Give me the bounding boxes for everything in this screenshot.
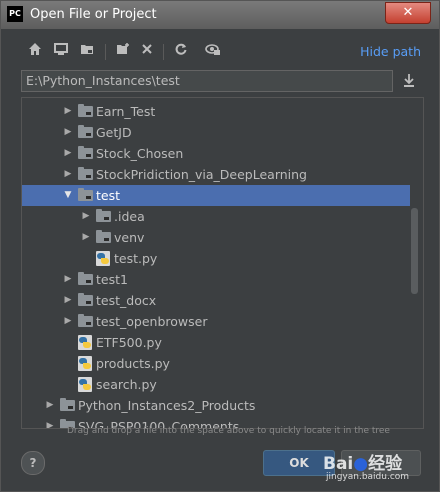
help-button[interactable]: ? bbox=[21, 451, 45, 475]
collapsed-arrow-icon[interactable]: ▶ bbox=[62, 269, 74, 290]
folder-icon bbox=[78, 188, 93, 201]
refresh-icon[interactable] bbox=[171, 41, 191, 63]
folder-icon bbox=[78, 167, 93, 180]
title-bar[interactable]: PC Open File or Project ✕ bbox=[1, 1, 439, 29]
collapsed-arrow-icon[interactable]: ▶ bbox=[62, 122, 74, 143]
folder-icon bbox=[78, 146, 93, 159]
tree-item-label: test1 bbox=[96, 272, 128, 287]
folder-icon bbox=[78, 125, 93, 138]
tree-item-label: test.py bbox=[114, 251, 158, 266]
tree-item-label: search.py bbox=[96, 377, 157, 392]
python-file-icon bbox=[78, 377, 92, 392]
collapsed-arrow-icon[interactable]: ▶ bbox=[80, 227, 92, 248]
download-icon[interactable] bbox=[401, 72, 417, 90]
project-folder-icon[interactable] bbox=[77, 41, 97, 63]
tree-folder-row[interactable]: ▶ test_openbrowser bbox=[22, 311, 410, 332]
tree-item-label: test_docx bbox=[96, 293, 157, 308]
tree-item-label: GetJD bbox=[96, 125, 132, 140]
path-field[interactable]: E:\Python_Instances\test bbox=[21, 70, 393, 92]
drag-drop-hint: Drag and drop a file into the space abov… bbox=[67, 426, 390, 436]
paw-icon: ● bbox=[353, 454, 369, 474]
tree-file-row[interactable]: ETF500.py bbox=[22, 332, 410, 353]
dialog-title: Open File or Project bbox=[30, 7, 157, 22]
collapsed-arrow-icon[interactable]: ▶ bbox=[44, 395, 56, 416]
tree-folder-row[interactable]: ▶ test_docx bbox=[22, 290, 410, 311]
collapsed-arrow-icon[interactable]: ▶ bbox=[62, 101, 74, 122]
tree-item-label: StockPridiction_via_DeepLearning bbox=[96, 167, 307, 182]
folder-icon bbox=[60, 398, 75, 411]
tree-item-label: .idea bbox=[114, 209, 145, 224]
file-tree[interactable]: ▶ Earn_Test ▶ GetJD ▶ Stock_Chosen ▶ StockPridi… bbox=[21, 97, 424, 429]
folder-icon bbox=[78, 104, 93, 117]
collapsed-arrow-icon[interactable]: ▶ bbox=[62, 311, 74, 332]
folder-icon bbox=[96, 230, 111, 243]
show-hidden-icon[interactable] bbox=[203, 41, 223, 63]
toolbar: Hide path bbox=[21, 41, 421, 65]
tree-folder-row[interactable]: ▶ GetJD bbox=[22, 122, 410, 143]
tree-item-label: Python_Instances2_Products bbox=[78, 398, 256, 413]
watermark-url: jingyan.baidu.com bbox=[326, 472, 410, 482]
tree-item-label: test bbox=[96, 188, 121, 203]
collapsed-arrow-icon[interactable]: ▶ bbox=[62, 164, 74, 185]
toolbar-separator bbox=[163, 44, 164, 60]
folder-icon bbox=[78, 272, 93, 285]
folder-icon bbox=[96, 209, 111, 222]
desktop-icon[interactable] bbox=[51, 41, 71, 63]
collapsed-arrow-icon[interactable]: ▶ bbox=[44, 416, 56, 428]
tree-item-label: Earn_Test bbox=[96, 104, 156, 119]
tree-item-label: test_openbrowser bbox=[96, 314, 208, 329]
path-row: E:\Python_Instances\test bbox=[21, 70, 421, 94]
delete-icon[interactable] bbox=[137, 41, 157, 63]
python-file-icon bbox=[78, 356, 92, 371]
tree-folder-row[interactable]: ▶ Stock_Chosen bbox=[22, 143, 410, 164]
tree-folder-row[interactable]: ▶ test1 bbox=[22, 269, 410, 290]
hide-path-link[interactable]: Hide path bbox=[360, 44, 421, 59]
close-icon: ✕ bbox=[402, 5, 414, 20]
python-file-icon bbox=[96, 251, 110, 266]
collapsed-arrow-icon[interactable]: ▶ bbox=[62, 290, 74, 311]
tree-item-label: ETF500.py bbox=[96, 335, 162, 350]
tree-folder-row[interactable]: ▶ Earn_Test bbox=[22, 101, 410, 122]
baidu-watermark: Bai●经验 bbox=[323, 449, 402, 474]
collapsed-arrow-icon[interactable]: ▶ bbox=[62, 143, 74, 164]
tree-file-row[interactable]: test.py bbox=[22, 248, 410, 269]
collapsed-arrow-icon[interactable]: ▶ bbox=[80, 206, 92, 227]
tree-folder-row[interactable]: ▶ .idea bbox=[22, 206, 410, 227]
new-folder-icon[interactable] bbox=[113, 41, 133, 63]
watermark-brand-left: Bai bbox=[323, 454, 354, 474]
tree-file-row[interactable]: search.py bbox=[22, 374, 410, 395]
tree-file-row[interactable]: products.py bbox=[22, 353, 410, 374]
tree-folder-row[interactable]: ▼ test bbox=[22, 185, 410, 206]
tree-folder-row[interactable]: ▶ Python_Instances2_Products bbox=[22, 395, 410, 416]
folder-icon bbox=[78, 314, 93, 327]
watermark-brand-right: 经验 bbox=[368, 454, 403, 474]
close-button[interactable]: ✕ bbox=[385, 2, 431, 24]
tree-scrollbar[interactable] bbox=[411, 208, 418, 294]
toolbar-separator bbox=[105, 44, 106, 60]
pycharm-logo: PC bbox=[7, 6, 23, 22]
folder-icon bbox=[78, 293, 93, 306]
tree-item-label: Stock_Chosen bbox=[96, 146, 184, 161]
tree-folder-row[interactable]: ▶ StockPridiction_via_DeepLearning bbox=[22, 164, 410, 185]
expanded-arrow-icon[interactable]: ▼ bbox=[62, 185, 74, 206]
home-icon[interactable] bbox=[25, 41, 45, 63]
tree-item-label: venv bbox=[114, 230, 145, 245]
open-file-dialog: PC Open File or Project ✕ Hide path E:\P… bbox=[0, 0, 440, 492]
tree-folder-row[interactable]: ▶ venv bbox=[22, 227, 410, 248]
python-file-icon bbox=[78, 335, 92, 350]
tree-item-label: products.py bbox=[96, 356, 170, 371]
